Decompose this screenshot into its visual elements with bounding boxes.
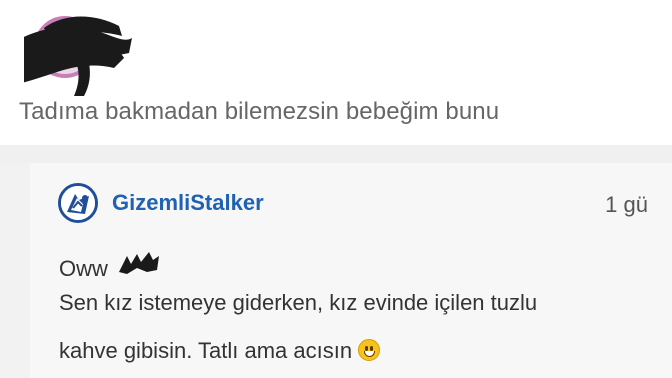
original-post: Tadıma bakmadan bilemezsin bebeğim bunu — [0, 0, 672, 145]
post-avatar[interactable] — [24, 8, 132, 96]
redaction-scribble-small — [119, 252, 159, 274]
reply-line-2: Sen kız istemeye giderken, kız evinde iç… — [59, 290, 538, 315]
reply-username[interactable]: GizemliStalker — [112, 190, 264, 216]
reply-line-3: kahve gibisin. Tatlı ama acısın — [59, 338, 381, 364]
reply-avatar[interactable] — [58, 183, 98, 223]
redaction-scribble — [24, 16, 132, 96]
emoji-mouth — [364, 351, 376, 357]
reply-line-3-text: kahve gibisin. Tatlı ama acısın — [59, 338, 353, 363]
post-text: Tadıma bakmadan bilemezsin bebeğim bunu — [19, 98, 500, 125]
reply-timestamp: 1 gü — [605, 192, 648, 217]
section-divider — [0, 145, 672, 163]
stalker-avatar-icon — [61, 186, 95, 220]
reply-line-1: Oww — [59, 256, 108, 281]
grinning-face-emoji-icon — [358, 339, 381, 361]
